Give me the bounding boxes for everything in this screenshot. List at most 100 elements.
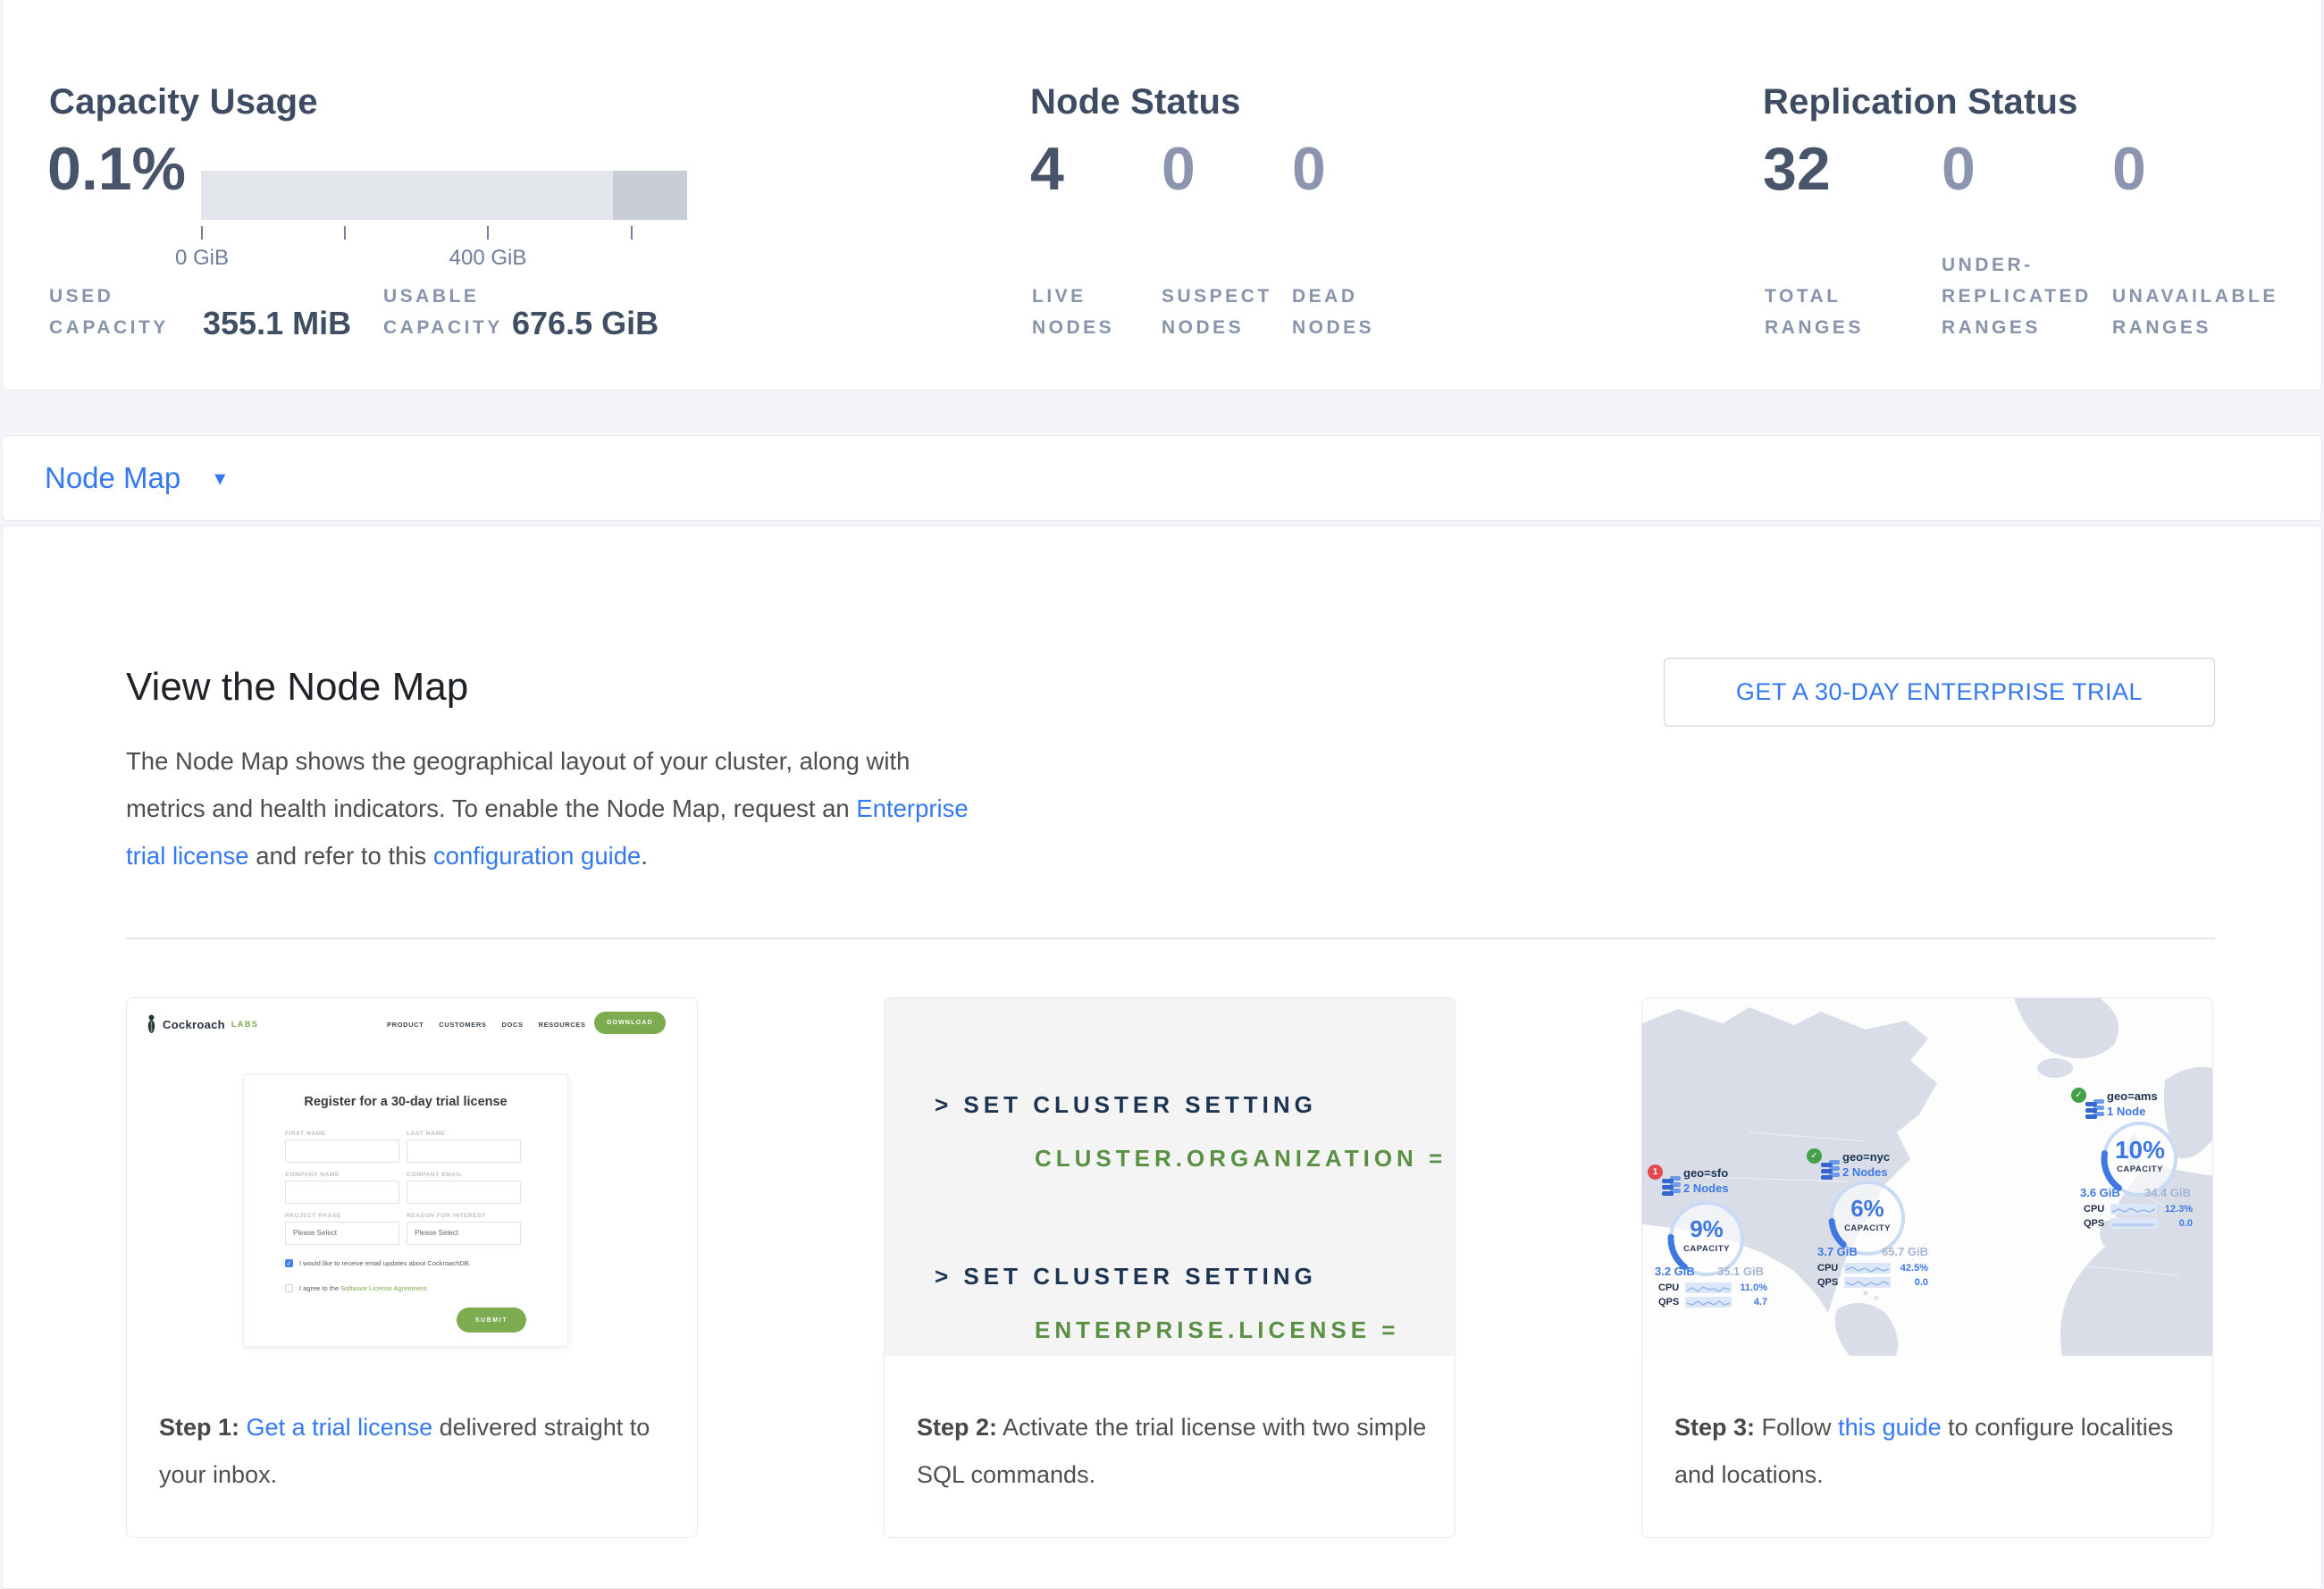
cpu-label: CPU <box>1658 1282 1679 1293</box>
get-enterprise-trial-button[interactable]: GET A 30-DAY ENTERPRISE TRIAL <box>1664 658 2215 727</box>
step1-screenshot: Cockroach LABS PRODUCT CUSTOMERS DOCS RE… <box>127 998 697 1405</box>
step3-caption: Step 3: Follow this guide to configure l… <box>1642 1356 2212 1499</box>
configuration-guide-link[interactable]: configuration guide <box>433 842 641 870</box>
qps-sparkline <box>1844 1277 1891 1288</box>
software-license-agreement-link: Software License Agreement. <box>340 1284 428 1292</box>
capacity-usage-percent: 0.1% <box>47 139 186 199</box>
qps-sparkline <box>2110 1218 2157 1229</box>
nav-item-resources: RESOURCES <box>539 1021 586 1029</box>
license-agreement-text: I agree to the <box>299 1284 340 1292</box>
sql-setting-name: CLUSTER.ORGANIZATION = <box>1035 1145 1447 1173</box>
company-email-field <box>407 1181 521 1204</box>
form-title: Register for a 30-day trial license <box>244 1095 567 1109</box>
unchecked-checkbox-icon <box>285 1284 293 1292</box>
node-status-title: Node Status <box>1030 82 1241 122</box>
capacity-axis-tick <box>201 226 203 240</box>
dead-nodes-label: DEAD NODES <box>1292 281 1374 343</box>
description-line3: and refer to this <box>249 842 433 870</box>
qps-label: QPS <box>2084 1218 2104 1229</box>
brand-name: Cockroach <box>163 1018 225 1031</box>
qps-label: QPS <box>1658 1297 1679 1307</box>
locality-node-count: 2 Nodes <box>1683 1181 1729 1195</box>
sql-statement: > SET CLUSTER SETTING <box>935 1263 1317 1291</box>
gauge-percent: 10% <box>2099 1136 2181 1164</box>
description-line2: metrics and health indicators. To enable… <box>126 794 856 822</box>
reason-for-interest-label: REASON FOR INTEREST <box>407 1213 486 1219</box>
gauge-capacity-label: CAPACITY <box>1665 1244 1748 1254</box>
total-ranges-count: 32 <box>1763 139 1831 199</box>
last-name-label: LAST NAME <box>407 1131 445 1137</box>
gauge-capacity-label: CAPACITY <box>1826 1223 1909 1233</box>
usable-capacity-value: 676.5 GiB <box>512 306 659 341</box>
gauge-capacity-label: CAPACITY <box>2099 1164 2181 1174</box>
capacity-axis-label-0: 0 GiB <box>148 246 256 271</box>
first-name-label: FIRST NAME <box>285 1131 326 1137</box>
mini-site-nav: PRODUCT CUSTOMERS DOCS RESOURCES BLOG <box>387 1021 623 1029</box>
company-email-label: COMPANY EMAIL <box>407 1172 462 1178</box>
error-badge-icon: 1 <box>1648 1164 1663 1180</box>
gauge-percent: 9% <box>1665 1215 1748 1243</box>
step1-card: Cockroach LABS PRODUCT CUSTOMERS DOCS RE… <box>126 997 698 1538</box>
qps-value: 4.7 <box>1733 1297 1767 1307</box>
usable-capacity-label: USABLE CAPACITY <box>383 281 503 343</box>
cpu-sparkline <box>1685 1282 1732 1293</box>
email-updates-label: I would like to receive email updates ab… <box>299 1259 471 1267</box>
capacity-used-value: 3.2 GiB <box>1655 1265 1695 1278</box>
cpu-label: CPU <box>1817 1263 1838 1274</box>
live-nodes-label: LIVE NODES <box>1032 281 1114 343</box>
cockroach-labs-logo: Cockroach LABS <box>145 1014 258 1034</box>
capacity-nonusable-segment <box>613 171 687 220</box>
cockroach-bug-icon <box>145 1014 158 1034</box>
project-phase-select: Please Select <box>285 1222 399 1245</box>
sql-statement: > SET CLUSTER SETTING <box>935 1091 1317 1119</box>
locality-name: geo=ams <box>2107 1089 2158 1103</box>
page-title: View the Node Map <box>126 665 468 710</box>
node-map-dropdown-label: Node Map <box>45 461 180 495</box>
cpu-sparkline <box>2110 1204 2157 1215</box>
enterprise-trial-license-link[interactable]: trial license <box>126 842 249 870</box>
enterprise-trial-license-link[interactable]: Enterprise <box>856 794 968 822</box>
cpu-sparkline <box>1844 1263 1891 1274</box>
cluster-summary-panel: Capacity Usage 0.1% 0 GiB 400 GiB USED C… <box>2 0 2322 391</box>
node-map-promo-section: View the Node Map The Node Map shows the… <box>2 525 2322 1589</box>
company-name-label: COMPANY NAME <box>285 1172 340 1178</box>
trial-license-form: Register for a 30-day trial license FIRS… <box>243 1074 568 1347</box>
gauge-percent: 6% <box>1826 1195 1909 1223</box>
step2-prefix: Step 2: <box>917 1414 997 1441</box>
unavailable-ranges-count: 0 <box>2112 139 2146 199</box>
view-selector-bar: Node Map ▾ <box>2 435 2322 521</box>
qps-value: 0.0 <box>2159 1218 2193 1229</box>
healthy-badge-icon: ✓ <box>2071 1088 2086 1103</box>
license-agreement-label: I agree to the Software License Agreemen… <box>299 1284 428 1292</box>
get-trial-license-link[interactable]: Get a trial license <box>247 1414 433 1441</box>
description-line1: The Node Map shows the geographical layo… <box>126 747 910 775</box>
step3-text: Follow <box>1755 1414 1838 1441</box>
last-name-field <box>407 1139 521 1163</box>
live-nodes-count: 4 <box>1030 139 1064 199</box>
step1-caption: Step 1: Get a trial license delivered st… <box>127 1356 697 1499</box>
checked-checkbox-icon: ✓ <box>285 1259 293 1267</box>
dead-nodes-count: 0 <box>1292 139 1326 199</box>
capacity-total-value: 34.4 GiB <box>2141 1186 2191 1199</box>
cpu-value: 42.5% <box>1894 1263 1928 1274</box>
locality-name: geo=sfo <box>1683 1166 1728 1180</box>
capacity-used-value: 3.6 GiB <box>2080 1186 2120 1199</box>
node-map-description: The Node Map shows the geographical layo… <box>126 737 1002 879</box>
license-agreement-checkbox-row: I agree to the Software License Agreemen… <box>285 1284 428 1292</box>
section-divider <box>126 937 2215 939</box>
nav-item-product: PRODUCT <box>387 1021 424 1029</box>
nav-item-docs: DOCS <box>501 1021 523 1029</box>
cluster-overview-page: Capacity Usage 0.1% 0 GiB 400 GiB USED C… <box>0 0 2324 1589</box>
brand-suffix: LABS <box>231 1020 259 1029</box>
suspect-nodes-count: 0 <box>1162 139 1196 199</box>
database-nodes-icon <box>1662 1175 1682 1197</box>
database-nodes-icon <box>2085 1098 2105 1120</box>
step2-card: > SET CLUSTER SETTING CLUSTER.ORGANIZATI… <box>884 997 1456 1538</box>
node-map-dropdown[interactable]: Node Map ▾ <box>45 461 225 495</box>
step1-text <box>239 1414 247 1441</box>
under-replicated-ranges-label: UNDER- REPLICATED RANGES <box>1942 249 2092 343</box>
this-guide-link[interactable]: this guide <box>1838 1414 1942 1441</box>
qps-sparkline <box>1685 1297 1732 1307</box>
capacity-used-value: 3.7 GiB <box>1817 1245 1858 1258</box>
step2-sql-snippet: > SET CLUSTER SETTING CLUSTER.ORGANIZATI… <box>885 998 1455 1356</box>
